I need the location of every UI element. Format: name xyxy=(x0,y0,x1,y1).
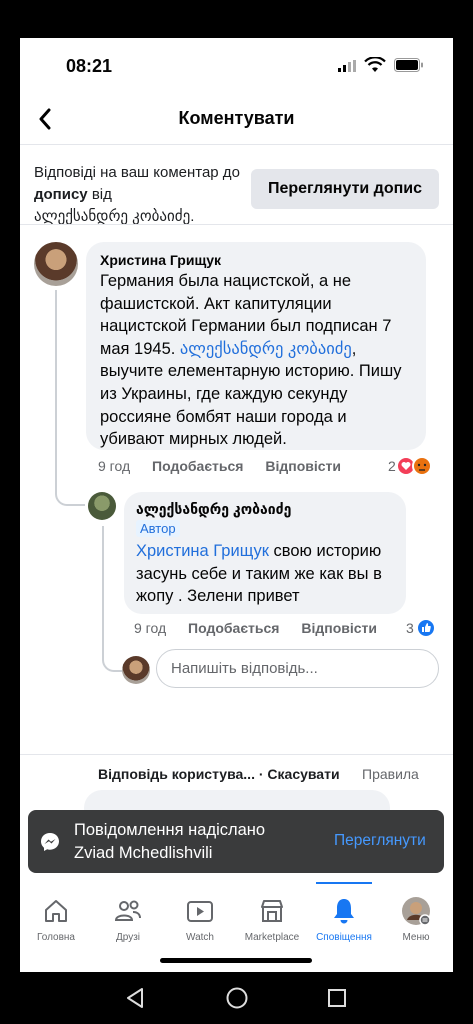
notice-suffix: від xyxy=(91,186,112,203)
comment-time: 9 год xyxy=(98,458,131,474)
battery-icon xyxy=(394,58,423,72)
avatar xyxy=(122,656,150,684)
tab-label: Друзі xyxy=(115,932,141,943)
angry-reaction-icon xyxy=(411,456,432,476)
notice-post-link[interactable]: допису xyxy=(34,186,88,203)
tab-marketplace[interactable]: Marketplace xyxy=(232,882,312,952)
reply-time: 9 год xyxy=(134,620,167,636)
watch-icon xyxy=(187,901,213,922)
header: Коментувати xyxy=(20,98,453,142)
comment-actions: 9 год Подобається Відповісти xyxy=(98,458,359,474)
home-indicator xyxy=(160,958,312,963)
tab-home[interactable]: Головна xyxy=(20,882,96,952)
notice-prefix: Відповіді на ваш коментар до xyxy=(34,164,240,181)
replying-to-label: Відповідь користува... xyxy=(98,766,255,782)
comment-author[interactable]: Христина Грищук xyxy=(100,252,412,268)
home-icon xyxy=(45,900,67,922)
reply-input[interactable]: Напишіть відповідь... xyxy=(156,649,439,688)
tab-label: Watch xyxy=(186,932,214,943)
toast-view-button[interactable]: Переглянути xyxy=(334,832,426,850)
thread-line xyxy=(55,290,85,506)
comment-mention-link[interactable]: ალექსანდრე კობაიძე xyxy=(180,340,352,358)
nav-back-icon[interactable] xyxy=(124,986,146,1010)
android-nav-bar xyxy=(0,972,473,1024)
tab-label: Сповіщення xyxy=(316,932,372,943)
marketplace-icon xyxy=(261,900,283,922)
like-button[interactable]: Подобається xyxy=(188,620,279,636)
app-screen: 08:21 Коментувати Відповіді на ваш комен… xyxy=(20,38,453,972)
reply-actions: 9 год Подобається Відповісти xyxy=(134,620,395,636)
menu-avatar-icon xyxy=(402,897,431,926)
author-badge: Автор xyxy=(136,520,180,537)
rules-link[interactable]: Правила xyxy=(362,766,419,782)
avatar[interactable] xyxy=(34,242,78,286)
comment-text: Германия была нацистской, а не фашистско… xyxy=(100,270,412,451)
tab-label: Marketplace xyxy=(244,932,300,943)
thread-line xyxy=(102,526,122,672)
status-time: 08:21 xyxy=(66,56,113,76)
like-button[interactable]: Подобається xyxy=(152,458,243,474)
status-bar: 08:21 xyxy=(20,38,453,98)
bottom-tab-bar: Головна Друзі Watch Marketplace Сповіщен… xyxy=(20,882,453,952)
divider xyxy=(20,754,453,755)
wifi-icon xyxy=(364,57,386,72)
reply-bubble: ალექსანდრე კობაიძე Автор Христина Грищук… xyxy=(124,492,406,614)
toast-recipient: Zviad Mchedlishvili xyxy=(74,844,213,862)
reply-mention-link[interactable]: Христина Грищук xyxy=(136,542,269,560)
divider xyxy=(20,224,453,225)
like-reaction-icon xyxy=(415,618,436,638)
tab-menu[interactable]: Меню xyxy=(376,882,453,952)
message-sent-toast: Повідомлення надіслано Zviad Mchedlishvi… xyxy=(28,810,444,873)
reply-author[interactable]: ალექსანდრე კობაიძე xyxy=(136,501,394,518)
cellular-signal-icon xyxy=(338,60,356,72)
reply-text: Христина Грищук свою историю засунь себе… xyxy=(136,540,394,608)
cancel-reply-button[interactable]: · Скасувати xyxy=(259,766,340,782)
active-tab-indicator xyxy=(316,882,372,884)
view-post-button[interactable]: Переглянути допис xyxy=(251,169,439,209)
reaction-summary[interactable]: 2 xyxy=(388,456,432,476)
tab-label: Головна xyxy=(37,932,75,943)
notice-author: ალექსანდრე კობაიძე. xyxy=(34,208,195,225)
tab-watch[interactable]: Watch xyxy=(160,882,240,952)
reply-button[interactable]: Відповісти xyxy=(265,458,341,474)
nav-recents-icon[interactable] xyxy=(326,986,348,1010)
nav-home-icon[interactable] xyxy=(225,986,249,1010)
reply-button[interactable]: Відповісти xyxy=(301,620,377,636)
divider xyxy=(20,144,453,145)
page-title: Коментувати xyxy=(178,108,295,128)
bell-icon xyxy=(334,899,354,924)
friends-icon xyxy=(114,900,141,921)
tab-label: Меню xyxy=(402,932,430,943)
reaction-count: 2 xyxy=(388,458,396,474)
avatar[interactable] xyxy=(88,492,116,520)
reply-notice: Відповіді на ваш коментар до допису від … xyxy=(34,162,259,228)
reaction-count: 3 xyxy=(406,620,414,636)
messenger-icon xyxy=(41,833,59,851)
tab-notifications[interactable]: Сповіщення xyxy=(304,882,384,952)
replying-to-bar: Відповідь користува... · Скасувати Прави… xyxy=(98,766,419,782)
tab-friends[interactable]: Друзі xyxy=(88,882,168,952)
reaction-summary[interactable]: 3 xyxy=(406,618,436,638)
toast-title: Повідомлення надіслано xyxy=(74,821,266,839)
comment-bubble: Христина Грищук Германия была нацистской… xyxy=(86,242,426,450)
